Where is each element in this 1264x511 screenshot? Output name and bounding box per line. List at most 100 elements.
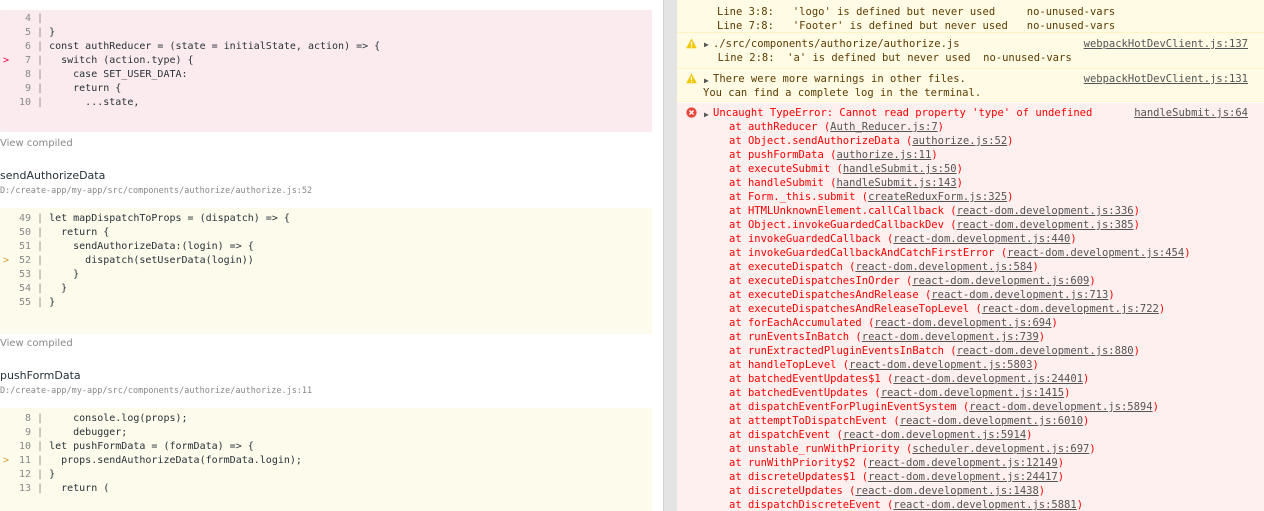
frame-source-link[interactable]: authorize.js:11 — [836, 149, 931, 161]
view-compiled-link[interactable]: View compiled — [0, 338, 73, 349]
frame-function: at runExtractedPluginEventsInBatch — [729, 345, 944, 357]
frame-function: at unstable_runWithPriority — [729, 443, 900, 455]
frame-function: at discreteUpdates$1 — [729, 471, 856, 483]
frame-function: at executeDispatchesAndReleaseTopLevel — [729, 303, 970, 315]
stack-trace-frame: at forEachAccumulated (react-dom.develop… — [729, 317, 1058, 329]
code-line: 10 | ...state, — [0, 96, 652, 110]
stack-frame-path[interactable]: D:/create-app/my-app/src/components/auth… — [0, 186, 312, 196]
console-warning-continued: Line 3:8: 'logo' is defined but never us… — [677, 0, 1264, 33]
frame-function: at executeDispatch — [729, 261, 843, 273]
frame-source-link[interactable]: react-dom.development.js:385 — [957, 219, 1134, 231]
frame-source-link[interactable]: react-dom.development.js:880 — [957, 345, 1134, 357]
code-line: 55 | } — [0, 296, 652, 310]
frame-source-link[interactable]: handleSubmit.js:50 — [843, 163, 957, 175]
source-link[interactable]: webpackHotDevClient.js:137 — [1084, 37, 1248, 51]
frame-source-link[interactable]: react-dom.development.js:24417 — [868, 471, 1058, 483]
frame-source-link[interactable]: react-dom.development.js:584 — [855, 261, 1032, 273]
frame-source-link[interactable]: react-dom.development.js:6010 — [900, 415, 1083, 427]
console-warning: ▶ There were more warnings in other file… — [677, 69, 1264, 102]
stack-trace-frame: at Object.invokeGuardedCallbackDev (reac… — [729, 219, 1140, 231]
frame-source-link[interactable]: react-dom.development.js:694 — [874, 317, 1051, 329]
expand-arrow-icon[interactable]: ▶ — [704, 38, 709, 52]
line-number: 13 — [18, 483, 31, 494]
frame-source-link[interactable]: react-dom.development.js:336 — [957, 205, 1134, 217]
frame-function: at Form._this.submit — [729, 191, 856, 203]
code-text: case SET_USER_DATA: — [49, 69, 188, 80]
line-number: 6 — [24, 41, 31, 52]
gutter-separator: | — [31, 27, 50, 38]
stack-frame-name: pushFormData — [0, 369, 81, 382]
gutter-separator: | — [31, 83, 50, 94]
frame-source-link[interactable]: react-dom.development.js:5803 — [849, 359, 1032, 371]
frame-source-link[interactable]: react-dom.development.js:24401 — [893, 373, 1083, 385]
frame-function: at HTMLUnknownElement.callCallback — [729, 205, 944, 217]
code-frame-authreducer: 4 | 5 | } 6 | const authReducer = (state … — [0, 10, 652, 132]
code-line: 8 | case SET_USER_DATA: — [0, 68, 652, 82]
frame-source-link[interactable]: authorize.js:52 — [912, 135, 1007, 147]
stack-trace-frame: at HTMLUnknownElement.callCallback (reac… — [729, 205, 1140, 217]
frame-function: at batchedEventUpdates$1 — [729, 373, 881, 385]
code-line: >52 | dispatch(setUserData(login)) — [0, 254, 652, 268]
error-icon — [686, 107, 697, 118]
frame-source-link[interactable]: react-dom.development.js:713 — [931, 289, 1108, 301]
current-line-marker: > — [3, 455, 10, 466]
gutter-separator: | — [31, 427, 50, 438]
stack-trace-frame: at dispatchEvent (react-dom.development.… — [729, 429, 1033, 441]
frame-source-link[interactable]: createReduxForm.js:325 — [868, 191, 1007, 203]
frame-source-link[interactable]: react-dom.development.js:5894 — [969, 401, 1152, 413]
stack-trace-frame: at invokeGuardedCallbackAndCatchFirstErr… — [729, 247, 1191, 259]
frame-source-link[interactable]: react-dom.development.js:1438 — [855, 485, 1038, 497]
frame-source-link[interactable]: react-dom.development.js:454 — [1007, 247, 1184, 259]
frame-source-link[interactable]: Auth_Reducer.js:7 — [830, 121, 937, 133]
error-message[interactable]: Uncaught TypeError: Cannot read property… — [713, 106, 1092, 120]
stack-trace-frame: at discreteUpdates (react-dom.developmen… — [729, 485, 1046, 497]
warning-message[interactable]: ./src/components/authorize/authorize.js — [713, 37, 960, 51]
frame-source-link[interactable]: react-dom.development.js:609 — [912, 275, 1089, 287]
frame-function: at runEventsInBatch — [729, 331, 850, 343]
stack-trace-frame: at authReducer (Auth_Reducer.js:7) — [729, 121, 944, 133]
warning-detail-line: You can find a complete log in the termi… — [703, 87, 982, 99]
frame-function: at dispatchEventForPluginEventSystem — [729, 401, 957, 413]
code-line: 4 | — [0, 12, 652, 26]
frame-source-link[interactable]: react-dom.development.js:5881 — [893, 499, 1076, 511]
source-link[interactable]: handleSubmit.js:64 — [1134, 106, 1248, 120]
panel-resize-handle[interactable] — [663, 0, 677, 511]
stack-trace-frame: at Object.sendAuthorizeData (authorize.j… — [729, 135, 1014, 147]
gutter-separator: | — [31, 283, 50, 294]
gutter-separator: | — [31, 41, 50, 52]
frame-source-link[interactable]: scheduler.development.js:697 — [912, 443, 1089, 455]
code-line: 8 | console.log(props); — [0, 412, 652, 426]
code-line: 50 | return { — [0, 226, 652, 240]
line-number: 51 — [18, 241, 31, 252]
gutter-separator: | — [31, 55, 50, 66]
gutter-separator: | — [31, 213, 50, 224]
expand-arrow-icon[interactable]: ▶ — [704, 108, 709, 122]
stack-trace-frame: at runExtractedPluginEventsInBatch (reac… — [729, 345, 1140, 357]
code-line: 5 | } — [0, 26, 652, 40]
console-warning: ▶ ./src/components/authorize/authorize.j… — [677, 33, 1264, 69]
frame-source-link[interactable]: react-dom.development.js:1415 — [881, 387, 1064, 399]
stack-trace-frame: at batchedEventUpdates (react-dom.develo… — [729, 387, 1071, 399]
frame-source-link[interactable]: handleSubmit.js:143 — [836, 177, 956, 189]
source-link[interactable]: webpackHotDevClient.js:131 — [1084, 72, 1248, 86]
warning-message[interactable]: There were more warnings in other files. — [713, 72, 966, 86]
code-text: sendAuthorizeData:(login) => { — [49, 241, 254, 252]
frame-function: at runWithPriority$2 — [729, 457, 856, 469]
code-line: 9 | debugger; — [0, 426, 652, 440]
frame-function: at invokeGuardedCallback — [729, 233, 881, 245]
code-line: 13 | return ( — [0, 482, 652, 496]
stack-trace-frame: at unstable_runWithPriority (scheduler.d… — [729, 443, 1096, 455]
frame-source-link[interactable]: react-dom.development.js:5914 — [843, 429, 1026, 441]
frame-source-link[interactable]: react-dom.development.js:12149 — [868, 457, 1058, 469]
frame-source-link[interactable]: react-dom.development.js:440 — [893, 233, 1070, 245]
frame-function: at Object.sendAuthorizeData — [729, 135, 900, 147]
stack-frame-path[interactable]: D:/create-app/my-app/src/components/auth… — [0, 386, 312, 396]
frame-function: at executeDispatchesAndRelease — [729, 289, 919, 301]
frame-source-link[interactable]: react-dom.development.js:739 — [862, 331, 1039, 343]
line-number: 10 — [18, 441, 31, 452]
code-text: let pushFormData = (formData) => { — [49, 441, 254, 452]
frame-source-link[interactable]: react-dom.development.js:722 — [982, 303, 1159, 315]
line-number: 10 — [18, 97, 31, 108]
view-compiled-link[interactable]: View compiled — [0, 138, 73, 149]
line-number: 49 — [18, 213, 31, 224]
